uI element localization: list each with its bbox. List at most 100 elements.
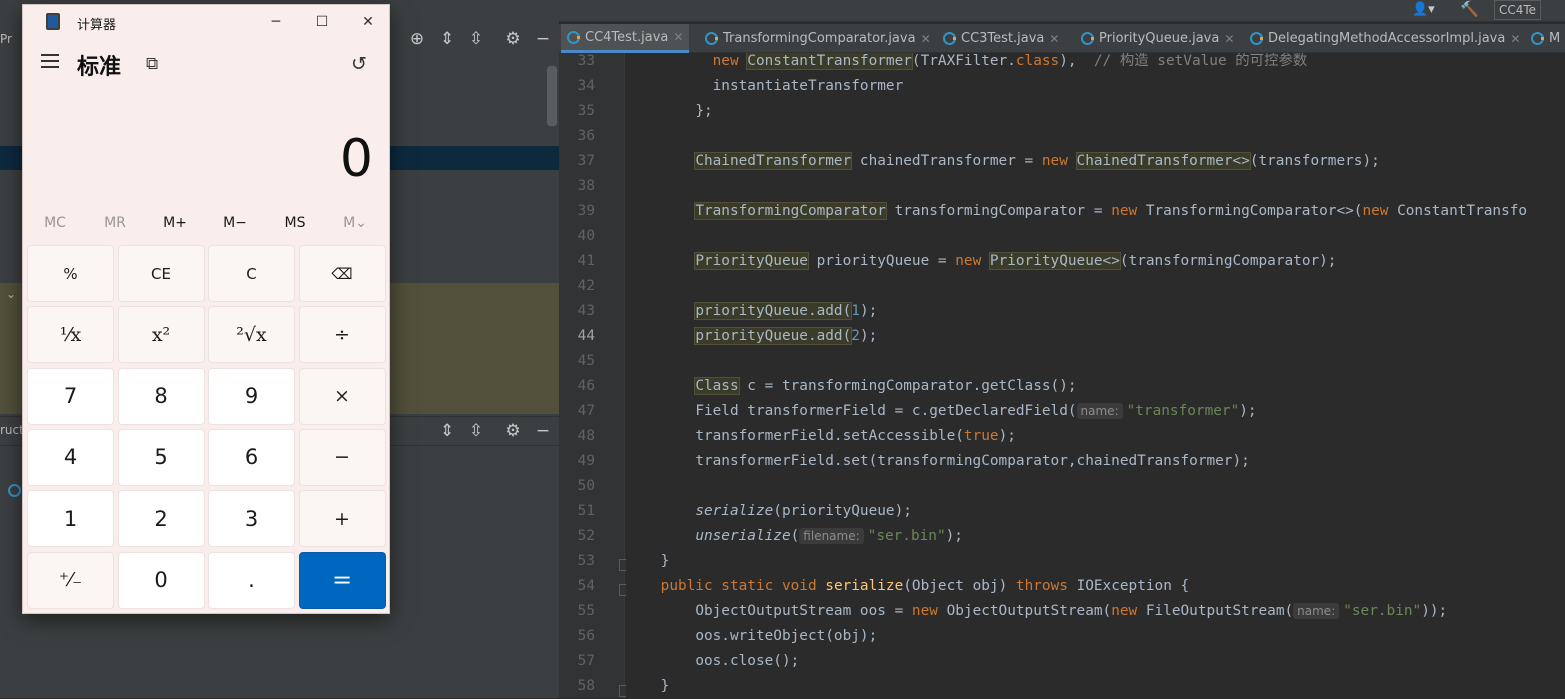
result-display: 0 xyxy=(339,129,373,189)
digit-0-button[interactable]: 0 xyxy=(117,551,205,609)
backspace-button[interactable]: ⌫ xyxy=(298,245,386,302)
memory-button-4[interactable]: MS xyxy=(265,215,325,231)
code-line: transformerField.setAccessible(true); xyxy=(695,428,1016,444)
calculator-mode-title: 标准 xyxy=(77,55,122,80)
collapse-all-icon[interactable]: ⇳ xyxy=(465,420,487,442)
close-icon[interactable]: ✕ xyxy=(921,32,931,46)
line-number: 44 xyxy=(577,328,595,344)
digit-4-button[interactable]: 4 xyxy=(27,428,114,486)
close-icon[interactable]: ✕ xyxy=(1510,32,1520,46)
line-number: 51 xyxy=(577,503,595,519)
calculator-app-icon xyxy=(46,13,60,30)
digit-3-button[interactable]: 3 xyxy=(208,490,295,548)
close-icon[interactable]: ✕ xyxy=(673,30,683,44)
gear-icon[interactable]: ⚙ xyxy=(502,28,524,50)
project-scrollbar[interactable] xyxy=(547,66,557,126)
close-icon[interactable]: ✕ xyxy=(1224,32,1234,46)
negate-button[interactable]: ⁺⁄₋ xyxy=(27,551,114,609)
tab-more[interactable]: M xyxy=(1525,24,1565,53)
class-icon[interactable] xyxy=(8,484,21,497)
digit-5-button[interactable]: 5 xyxy=(117,428,205,486)
minimize-button[interactable]: ─ xyxy=(253,7,299,37)
line-number: 46 xyxy=(577,378,595,394)
code-line: TransformingComparator transformingCompa… xyxy=(694,202,1528,220)
locate-icon[interactable]: ⊕ xyxy=(406,28,428,50)
memory-button-3[interactable]: M− xyxy=(205,215,265,231)
tab-label: PriorityQueue.java xyxy=(1099,31,1220,46)
line-number: 48 xyxy=(577,428,595,444)
class-icon xyxy=(943,32,956,45)
digit-8-button[interactable]: 8 xyxy=(117,367,205,425)
hamburger-menu-icon[interactable] xyxy=(41,54,59,68)
digit-1-button[interactable]: 1 xyxy=(27,490,114,548)
maximize-button[interactable]: ☐ xyxy=(299,7,345,37)
line-number: 42 xyxy=(577,278,595,294)
hide-icon[interactable]: − xyxy=(532,28,554,50)
tab-label: DelegatingMethodAccessorImpl.java xyxy=(1268,31,1506,46)
line-number: 54 xyxy=(577,578,595,594)
chevron-down-icon[interactable]: ⌄ xyxy=(6,287,16,301)
project-label[interactable]: Pr xyxy=(0,32,12,46)
keep-on-top-icon[interactable]: ⧉ xyxy=(146,54,158,74)
user-icon[interactable]: 👤▾ xyxy=(1412,2,1435,17)
line-number: 41 xyxy=(577,253,595,269)
code-line: unserialize(filename: "ser.bin"); xyxy=(695,528,963,544)
clear-button[interactable]: C xyxy=(208,245,295,302)
square-button[interactable]: x² xyxy=(117,306,205,364)
add-button[interactable]: + xyxy=(298,490,386,548)
tab-label: TransformingComparator.java xyxy=(723,31,916,46)
line-number: 55 xyxy=(577,603,595,619)
close-icon[interactable]: ✕ xyxy=(1049,32,1059,46)
tab-delegatingmethodaccessorimpl[interactable]: DelegatingMethodAccessorImpl.java ✕ xyxy=(1244,24,1526,53)
tab-transformingcomparator[interactable]: TransformingComparator.java ✕ xyxy=(699,24,937,53)
history-icon[interactable]: ↺ xyxy=(351,53,367,75)
line-number: 39 xyxy=(577,203,595,219)
decimal-button[interactable]: . xyxy=(208,551,295,609)
class-icon xyxy=(567,30,580,44)
memory-button-1[interactable]: MR xyxy=(85,215,145,231)
close-button[interactable]: ✕ xyxy=(345,7,391,37)
collapse-all-icon[interactable]: ⇳ xyxy=(465,28,487,50)
build-hammer-icon[interactable]: 🔨 xyxy=(1460,0,1479,18)
digit-2-button[interactable]: 2 xyxy=(117,490,205,548)
digit-6-button[interactable]: 6 xyxy=(208,428,295,486)
code-line: }; xyxy=(695,103,713,119)
tab-priorityqueue[interactable]: PriorityQueue.java ✕ xyxy=(1075,24,1240,53)
line-number: 35 xyxy=(577,103,595,119)
divide-button[interactable]: ÷ xyxy=(298,306,386,364)
clear-entry-button[interactable]: CE xyxy=(117,245,205,302)
digit-7-button[interactable]: 7 xyxy=(27,367,114,425)
calculator-window: 计算器 ─ ☐ ✕ 标准 ⧉ ↺ 0 MC MR M+ M− MS M⌄ % CE C ⌫ ¹⁄x… xyxy=(22,4,390,614)
line-number: 34 xyxy=(577,78,595,94)
tab-cc3test[interactable]: CC3Test.java ✕ xyxy=(937,24,1065,53)
run-config-selector[interactable]: CC4Te xyxy=(1494,0,1542,20)
reciprocal-button[interactable]: ¹⁄x xyxy=(27,306,114,364)
expand-all-icon[interactable]: ⇕ xyxy=(436,28,458,50)
code-line: priorityQueue.add(2); xyxy=(694,327,878,345)
line-number: 53 xyxy=(577,553,595,569)
code-line: new ConstantTransformer(TrAXFilter.class… xyxy=(712,53,1308,70)
line-number: 57 xyxy=(577,653,595,669)
hide-icon[interactable]: − xyxy=(532,420,554,442)
line-number: 33 xyxy=(577,53,595,69)
line-number: 52 xyxy=(577,528,595,544)
memory-button-0[interactable]: MC xyxy=(25,215,85,231)
memory-button-5[interactable]: M⌄ xyxy=(325,215,385,231)
code-editor[interactable]: new ConstantTransformer(TrAXFilter.class… xyxy=(626,53,1565,698)
line-number: 38 xyxy=(577,178,595,194)
expand-all-icon[interactable]: ⇕ xyxy=(436,420,458,442)
class-icon xyxy=(1081,32,1094,45)
square-root-button[interactable]: ²√x xyxy=(208,306,295,364)
line-number: 43 xyxy=(577,303,595,319)
line-number: 45 xyxy=(577,353,595,369)
subtract-button[interactable]: − xyxy=(298,428,386,486)
percent-button[interactable]: % xyxy=(27,245,114,302)
code-line: instantiateTransformer xyxy=(712,78,904,94)
memory-button-2[interactable]: M+ xyxy=(145,215,205,231)
equals-button[interactable]: = xyxy=(298,551,386,609)
gear-icon[interactable]: ⚙ xyxy=(502,420,524,442)
digit-9-button[interactable]: 9 xyxy=(208,367,295,425)
multiply-button[interactable]: × xyxy=(298,367,386,425)
line-number: 50 xyxy=(577,478,595,494)
